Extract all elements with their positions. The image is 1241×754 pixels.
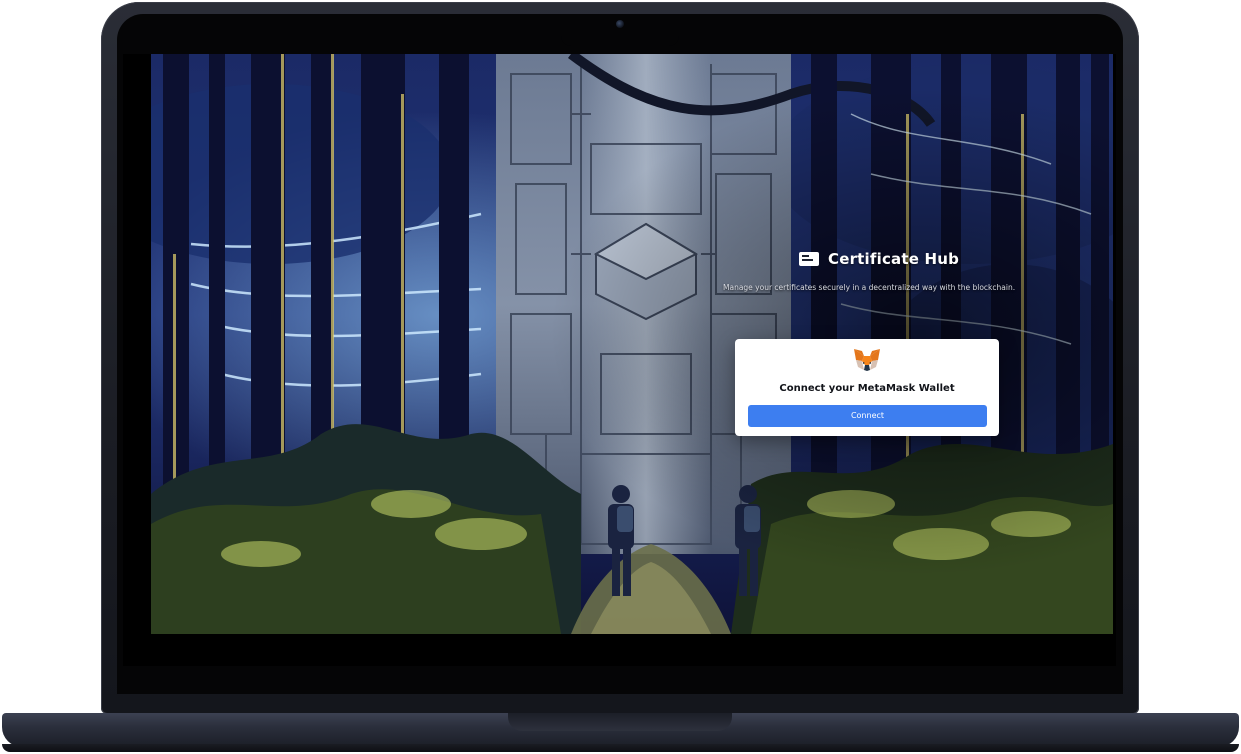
wallet-card-title: Connect your MetaMask Wallet: [779, 383, 955, 394]
app-subtitle: Manage your certificates securely in a d…: [723, 283, 1016, 292]
laptop-frame: Certificate Hub Manage your certificates…: [0, 0, 1241, 754]
laptop-opening-notch: [508, 713, 732, 731]
laptop-base-edge: [2, 744, 1239, 752]
app-title: Certificate Hub: [828, 250, 960, 268]
metamask-fox-icon: [854, 349, 880, 371]
camera-notch: [561, 14, 679, 46]
app-header: Certificate Hub: [799, 250, 959, 268]
wallet-connect-card: Connect your MetaMask Wallet Connect: [735, 339, 999, 436]
screen: Certificate Hub Manage your certificates…: [123, 54, 1116, 666]
certificate-card-icon: [799, 252, 819, 266]
webcam-icon: [616, 20, 624, 28]
connect-button[interactable]: Connect: [748, 405, 987, 427]
